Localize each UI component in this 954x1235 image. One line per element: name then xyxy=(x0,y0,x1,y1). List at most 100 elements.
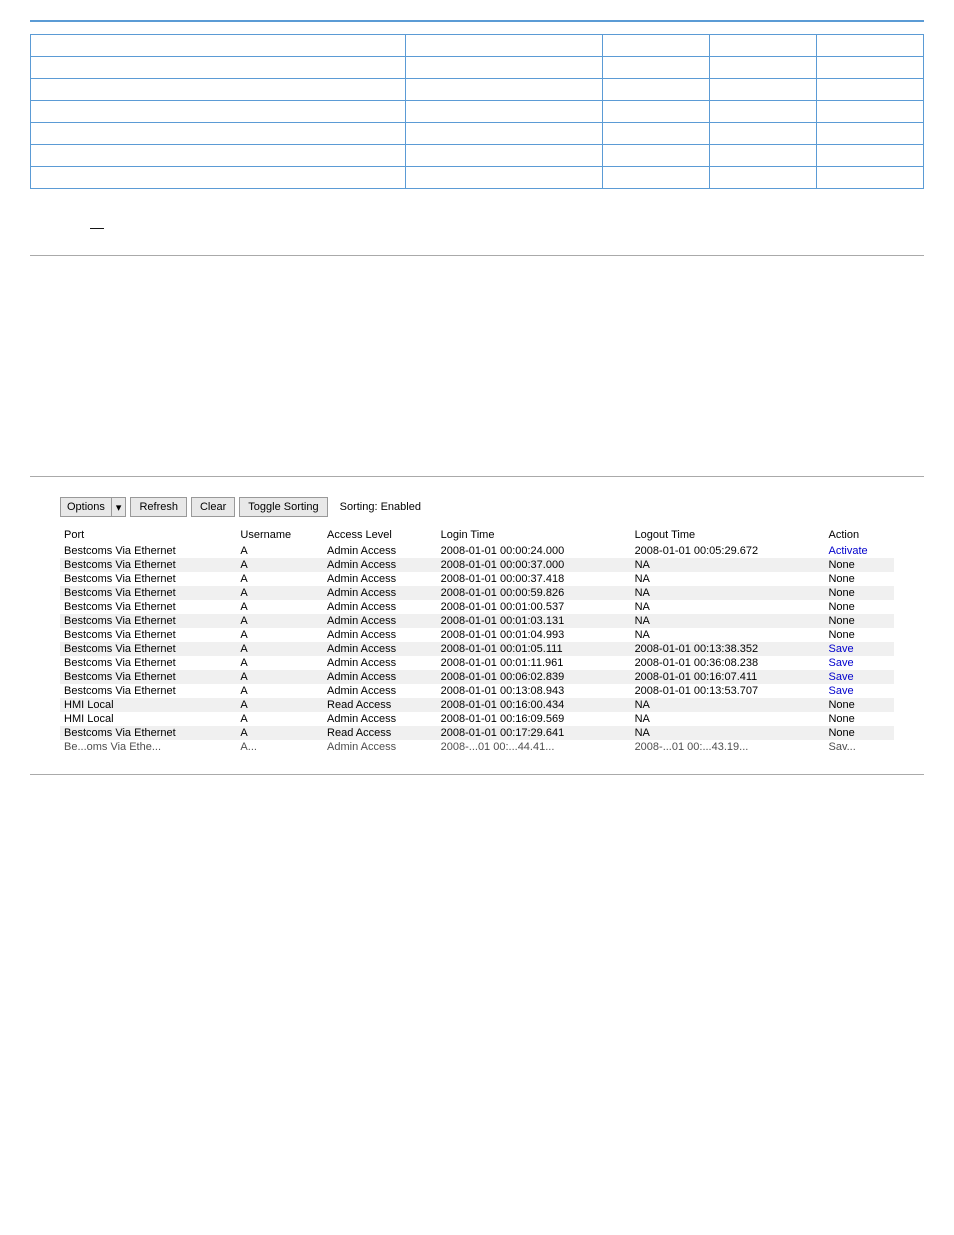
refresh-button[interactable]: Refresh xyxy=(130,497,187,517)
log-cell-r4-c3: 2008-01-01 00:01:00.537 xyxy=(437,600,631,614)
log-table-row: Bestcoms Via EthernetAAdmin Access2008-0… xyxy=(60,586,894,600)
log-cell-r9-c3: 2008-01-01 00:06:02.839 xyxy=(437,670,631,684)
blank-area xyxy=(30,276,924,456)
log-cell-r10-c1: A xyxy=(236,684,323,698)
log-cell-r1-c0: Bestcoms Via Ethernet xyxy=(60,558,236,572)
log-cell-r5-c5: None xyxy=(824,614,894,628)
log-cell-r5-c2: Admin Access xyxy=(323,614,437,628)
log-cell-r1-c2: Admin Access xyxy=(323,558,437,572)
log-cell-r11-c4: NA xyxy=(631,698,825,712)
top-table-row3-col3 xyxy=(709,101,816,123)
options-group: Options ▾ xyxy=(60,497,126,517)
log-cell-r8-c1: A xyxy=(236,656,323,670)
log-cell-r2-c3: 2008-01-01 00:00:37.418 xyxy=(437,572,631,586)
top-table-row4-col1 xyxy=(406,123,602,145)
log-table-row: Bestcoms Via EthernetAAdmin Access2008-0… xyxy=(60,670,894,684)
log-cell-r2-c0: Bestcoms Via Ethernet xyxy=(60,572,236,586)
log-header-1: Username xyxy=(236,527,323,544)
log-cell-r8-c4: 2008-01-01 00:36:08.238 xyxy=(631,656,825,670)
section-divider-2 xyxy=(30,476,924,477)
log-cell-r0-c5: Activate xyxy=(824,544,894,558)
log-cell-r3-c5: None xyxy=(824,586,894,600)
log-cell-r13-c0: Bestcoms Via Ethernet xyxy=(60,726,236,740)
log-cell-r9-c5: Save xyxy=(824,670,894,684)
log-cell-r2-c5: None xyxy=(824,572,894,586)
log-cell-r7-c1: A xyxy=(236,642,323,656)
log-table-row: HMI LocalARead Access2008-01-01 00:16:00… xyxy=(60,698,894,712)
log-cell-r4-c0: Bestcoms Via Ethernet xyxy=(60,600,236,614)
top-table-row1-col2 xyxy=(602,57,709,79)
log-table-row: Bestcoms Via EthernetAAdmin Access2008-0… xyxy=(60,544,894,558)
toolbar: Options ▾ Refresh Clear Toggle Sorting S… xyxy=(60,497,894,517)
log-cell-r1-c1: A xyxy=(236,558,323,572)
log-cell-r12-c2: Admin Access xyxy=(323,712,437,726)
log-cell-r2-c2: Admin Access xyxy=(323,572,437,586)
middle-section: — xyxy=(90,219,924,235)
log-header-0: Port xyxy=(60,527,236,544)
top-table-row1-col3 xyxy=(709,57,816,79)
log-cell-r12-c5: None xyxy=(824,712,894,726)
log-cell-r0-c3: 2008-01-01 00:00:24.000 xyxy=(437,544,631,558)
top-section xyxy=(30,20,924,189)
top-table-row2-col4 xyxy=(816,79,923,101)
top-table-row3-col1 xyxy=(406,101,602,123)
log-cell-r3-c0: Bestcoms Via Ethernet xyxy=(60,586,236,600)
log-cell-r14-c2: Admin Access xyxy=(323,740,437,754)
top-table-row4-col3 xyxy=(709,123,816,145)
log-cell-r9-c1: A xyxy=(236,670,323,684)
dash-line: — xyxy=(90,219,104,235)
log-table-row: Bestcoms Via EthernetAAdmin Access2008-0… xyxy=(60,600,894,614)
log-cell-r8-c3: 2008-01-01 00:01:11.961 xyxy=(437,656,631,670)
log-header-2: Access Level xyxy=(323,527,437,544)
log-cell-r13-c2: Read Access xyxy=(323,726,437,740)
clear-button[interactable]: Clear xyxy=(191,497,235,517)
options-arrow-button[interactable]: ▾ xyxy=(112,497,127,517)
toggle-sorting-button[interactable]: Toggle Sorting xyxy=(239,497,327,517)
top-table-row5-col4 xyxy=(816,145,923,167)
log-header-4: Logout Time xyxy=(631,527,825,544)
log-header-3: Login Time xyxy=(437,527,631,544)
log-cell-r5-c4: NA xyxy=(631,614,825,628)
log-cell-r6-c2: Admin Access xyxy=(323,628,437,642)
log-cell-r7-c5: Save xyxy=(824,642,894,656)
top-table-row6-col4 xyxy=(816,167,923,189)
section-divider-1 xyxy=(30,255,924,256)
log-cell-r6-c0: Bestcoms Via Ethernet xyxy=(60,628,236,642)
top-table-row2-col3 xyxy=(709,79,816,101)
log-cell-r2-c1: A xyxy=(236,572,323,586)
log-cell-r7-c3: 2008-01-01 00:01:05.111 xyxy=(437,642,631,656)
log-cell-r1-c4: NA xyxy=(631,558,825,572)
options-button[interactable]: Options xyxy=(60,497,112,517)
log-cell-r14-c5: Sav... xyxy=(824,740,894,754)
log-cell-r12-c3: 2008-01-01 00:16:09.569 xyxy=(437,712,631,726)
log-cell-r0-c1: A xyxy=(236,544,323,558)
log-cell-r6-c5: None xyxy=(824,628,894,642)
top-table xyxy=(30,34,924,189)
log-table-row: Bestcoms Via EthernetAAdmin Access2008-0… xyxy=(60,572,894,586)
log-table-row: Bestcoms Via EthernetAAdmin Access2008-0… xyxy=(60,558,894,572)
log-cell-r13-c5: None xyxy=(824,726,894,740)
log-cell-r14-c4: 2008-...01 00:...43.19... xyxy=(631,740,825,754)
top-table-row0-col0 xyxy=(31,35,406,57)
log-cell-r12-c1: A xyxy=(236,712,323,726)
log-cell-r3-c3: 2008-01-01 00:00:59.826 xyxy=(437,586,631,600)
log-cell-r9-c2: Admin Access xyxy=(323,670,437,684)
log-cell-r8-c0: Bestcoms Via Ethernet xyxy=(60,656,236,670)
top-table-row4-col2 xyxy=(602,123,709,145)
log-cell-r5-c0: Bestcoms Via Ethernet xyxy=(60,614,236,628)
log-cell-r10-c5: Save xyxy=(824,684,894,698)
log-cell-r8-c2: Admin Access xyxy=(323,656,437,670)
log-table: PortUsernameAccess LevelLogin TimeLogout… xyxy=(60,527,894,754)
log-table-row: Bestcoms Via EthernetARead Access2008-01… xyxy=(60,726,894,740)
log-table-row: Be...oms Via Ethe...A...Admin Access2008… xyxy=(60,740,894,754)
log-cell-r13-c4: NA xyxy=(631,726,825,740)
log-cell-r1-c5: None xyxy=(824,558,894,572)
log-cell-r12-c4: NA xyxy=(631,712,825,726)
log-cell-r7-c4: 2008-01-01 00:13:38.352 xyxy=(631,642,825,656)
log-cell-r2-c4: NA xyxy=(631,572,825,586)
log-cell-r4-c5: None xyxy=(824,600,894,614)
log-cell-r10-c2: Admin Access xyxy=(323,684,437,698)
log-cell-r5-c3: 2008-01-01 00:01:03.131 xyxy=(437,614,631,628)
top-table-row0-col4 xyxy=(816,35,923,57)
top-table-row6-col1 xyxy=(406,167,602,189)
